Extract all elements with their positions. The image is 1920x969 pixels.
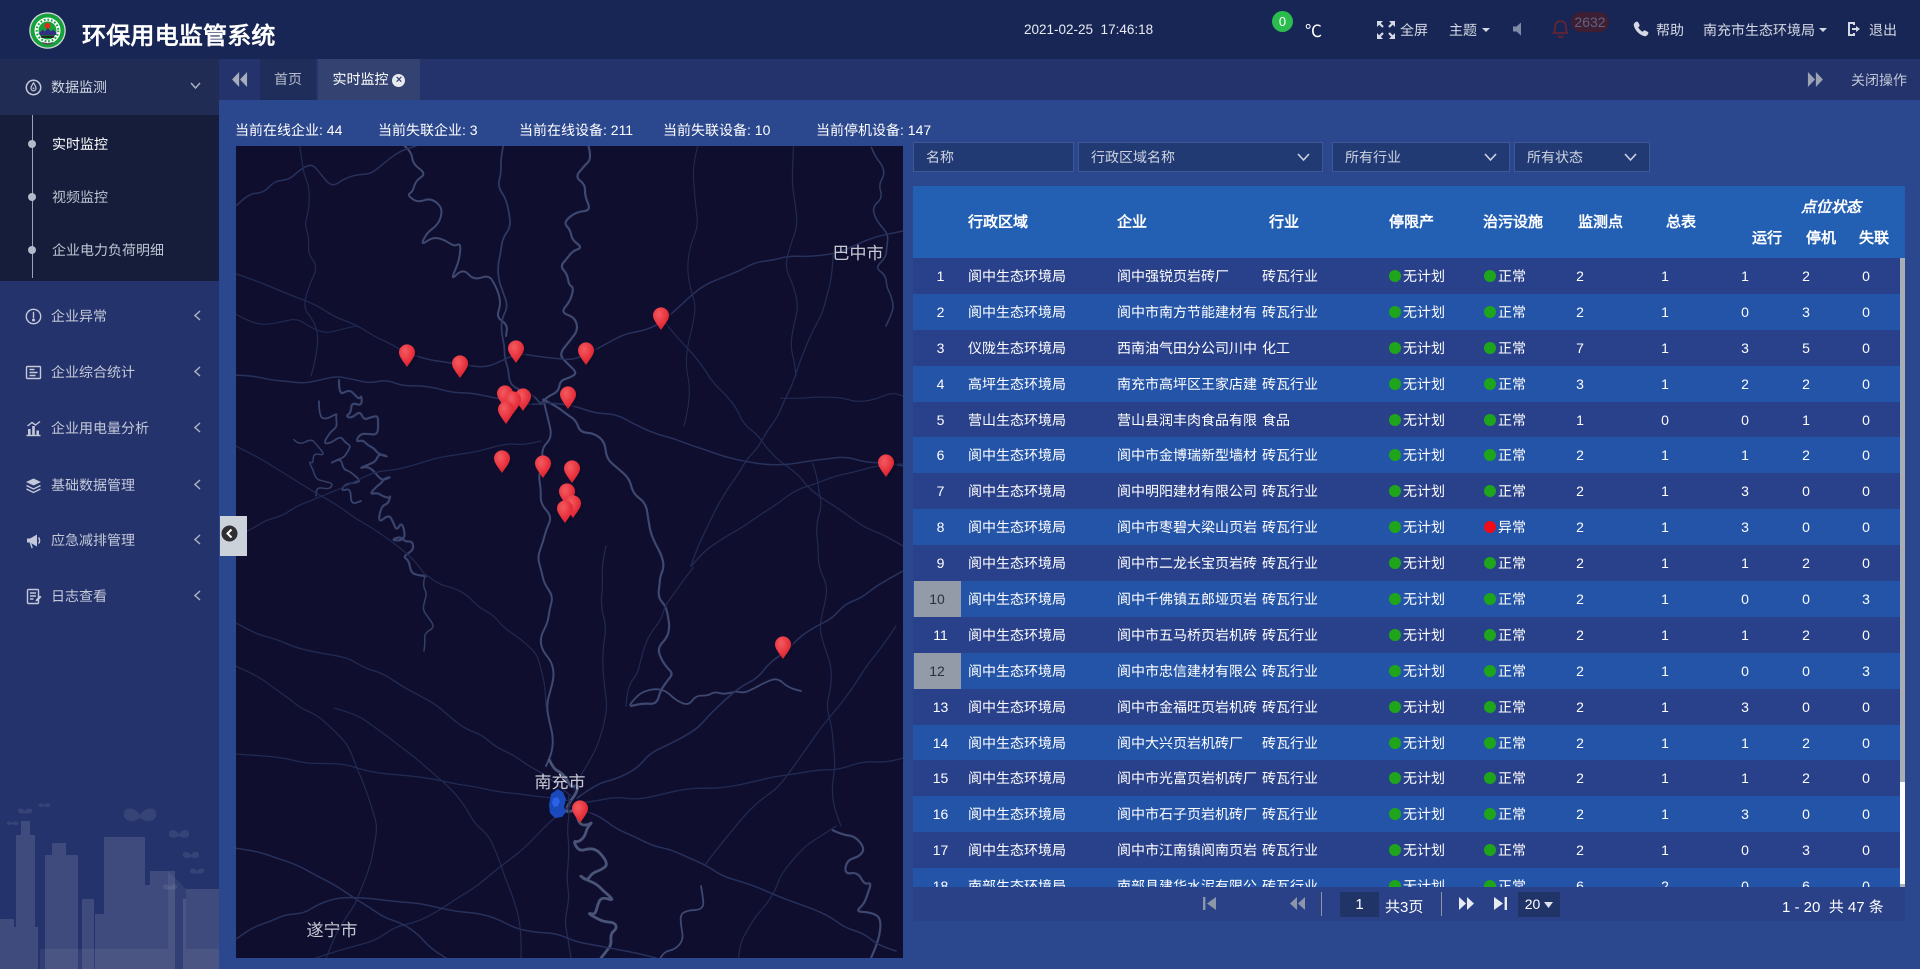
svg-text:遂宁市: 遂宁市 [307,916,358,941]
svg-text:巴中市: 巴中市 [833,239,884,264]
svg-text:南充市: 南充市 [535,768,586,793]
